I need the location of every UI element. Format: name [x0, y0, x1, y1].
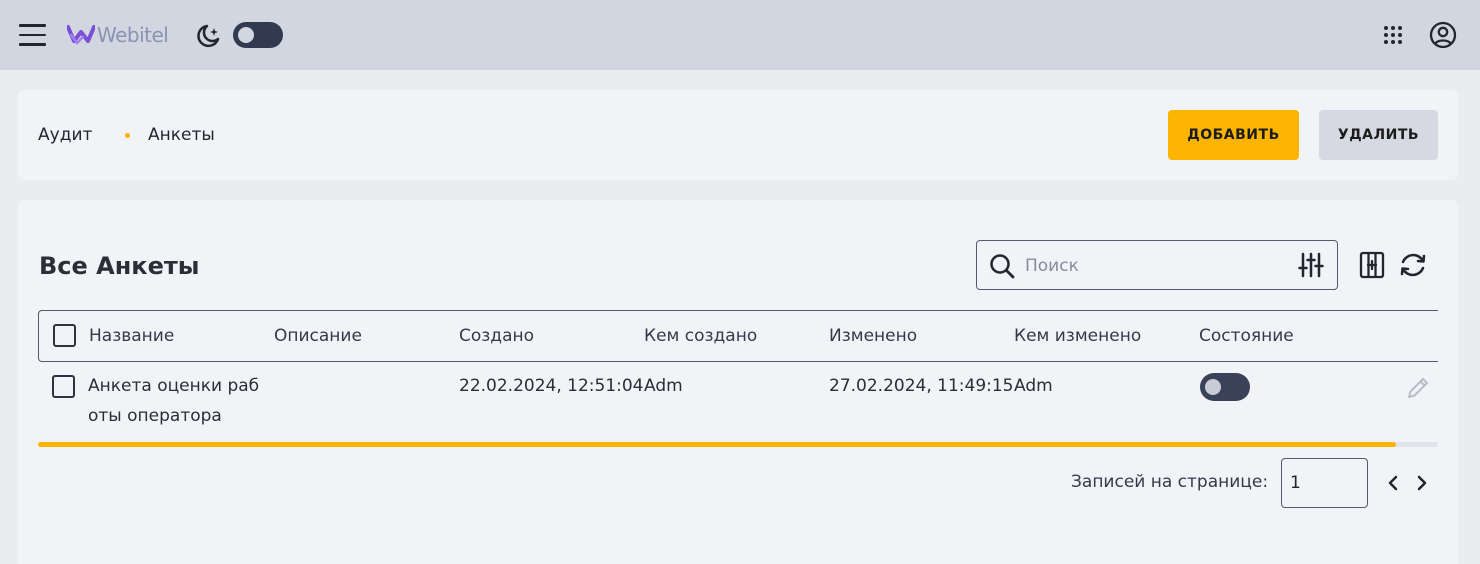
theme-toggle-knob — [238, 27, 254, 43]
section-title: Все Анкеты — [39, 252, 200, 280]
row-state-toggle-knob — [1205, 379, 1221, 395]
forms-table-card: Все Анкеты Название Описание — [18, 200, 1458, 564]
chevron-right-icon[interactable] — [1412, 473, 1432, 493]
edit-pencil-icon[interactable] — [1404, 374, 1432, 402]
per-page-input[interactable] — [1281, 458, 1368, 508]
breadcrumb-audit-link[interactable]: Аудит — [38, 125, 92, 145]
hamburger-menu-icon[interactable] — [19, 24, 46, 46]
row-created-by-cell: Adm — [644, 376, 683, 396]
column-header-modified[interactable]: Изменено — [829, 326, 917, 346]
breadcrumb-separator — [125, 133, 130, 138]
refresh-icon[interactable] — [1398, 250, 1428, 280]
column-header-description[interactable]: Описание — [274, 326, 362, 346]
delete-button[interactable]: УДАЛИТЬ — [1319, 110, 1438, 160]
user-circle-icon[interactable] — [1429, 21, 1457, 49]
column-header-name[interactable]: Название — [89, 326, 174, 346]
filter-sliders-icon[interactable] — [1297, 251, 1325, 279]
search-input[interactable] — [1025, 253, 1285, 279]
column-header-created-by[interactable]: Кем создано — [644, 326, 757, 346]
row-name-cell[interactable]: Анкета оценки раб оты оператора — [88, 371, 259, 431]
column-header-created[interactable]: Создано — [459, 326, 534, 346]
row-state-toggle[interactable] — [1200, 373, 1250, 401]
select-all-checkbox[interactable] — [53, 324, 76, 347]
row-name-line: Анкета оценки раб — [88, 376, 260, 396]
search-icon — [990, 254, 1015, 279]
per-page-label: Записей на странице: — [1071, 472, 1269, 492]
page-header: Аудит Анкеты ДОБАВИТЬ УДАЛИТЬ — [18, 90, 1458, 180]
row-created-cell: 22.02.2024, 12:51:04 — [459, 376, 644, 396]
horizontal-scrollbar[interactable] — [38, 442, 1438, 447]
row-name-line: оты оператора — [88, 406, 222, 426]
table-row: Анкета оценки раб оты оператора 22.02.20… — [38, 362, 1438, 442]
webitel-logo-mark-icon — [67, 25, 95, 45]
column-header-modified-by[interactable]: Кем изменено — [1014, 326, 1141, 346]
column-header-state[interactable]: Состояние — [1199, 326, 1294, 346]
add-button[interactable]: ДОБАВИТЬ — [1168, 110, 1299, 160]
breadcrumb-current: Анкеты — [148, 125, 215, 145]
grid-apps-icon[interactable] — [1383, 25, 1403, 45]
top-bar: Webitel — [0, 0, 1480, 70]
webitel-logo[interactable]: Webitel — [67, 22, 169, 48]
table-header: Название Описание Создано Кем создано Из… — [38, 310, 1438, 362]
search-box — [976, 240, 1338, 290]
theme-toggle[interactable] — [233, 22, 283, 48]
column-settings-icon[interactable] — [1358, 250, 1386, 280]
chevron-left-icon[interactable] — [1383, 473, 1403, 493]
horizontal-scrollbar-thumb[interactable] — [38, 442, 1396, 447]
row-checkbox[interactable] — [52, 375, 75, 398]
moon-stars-icon — [197, 24, 220, 48]
logo-text: Webitel — [97, 23, 169, 47]
row-modified-cell: 27.02.2024, 11:49:15 — [829, 376, 1014, 396]
row-modified-by-cell: Adm — [1014, 376, 1053, 396]
